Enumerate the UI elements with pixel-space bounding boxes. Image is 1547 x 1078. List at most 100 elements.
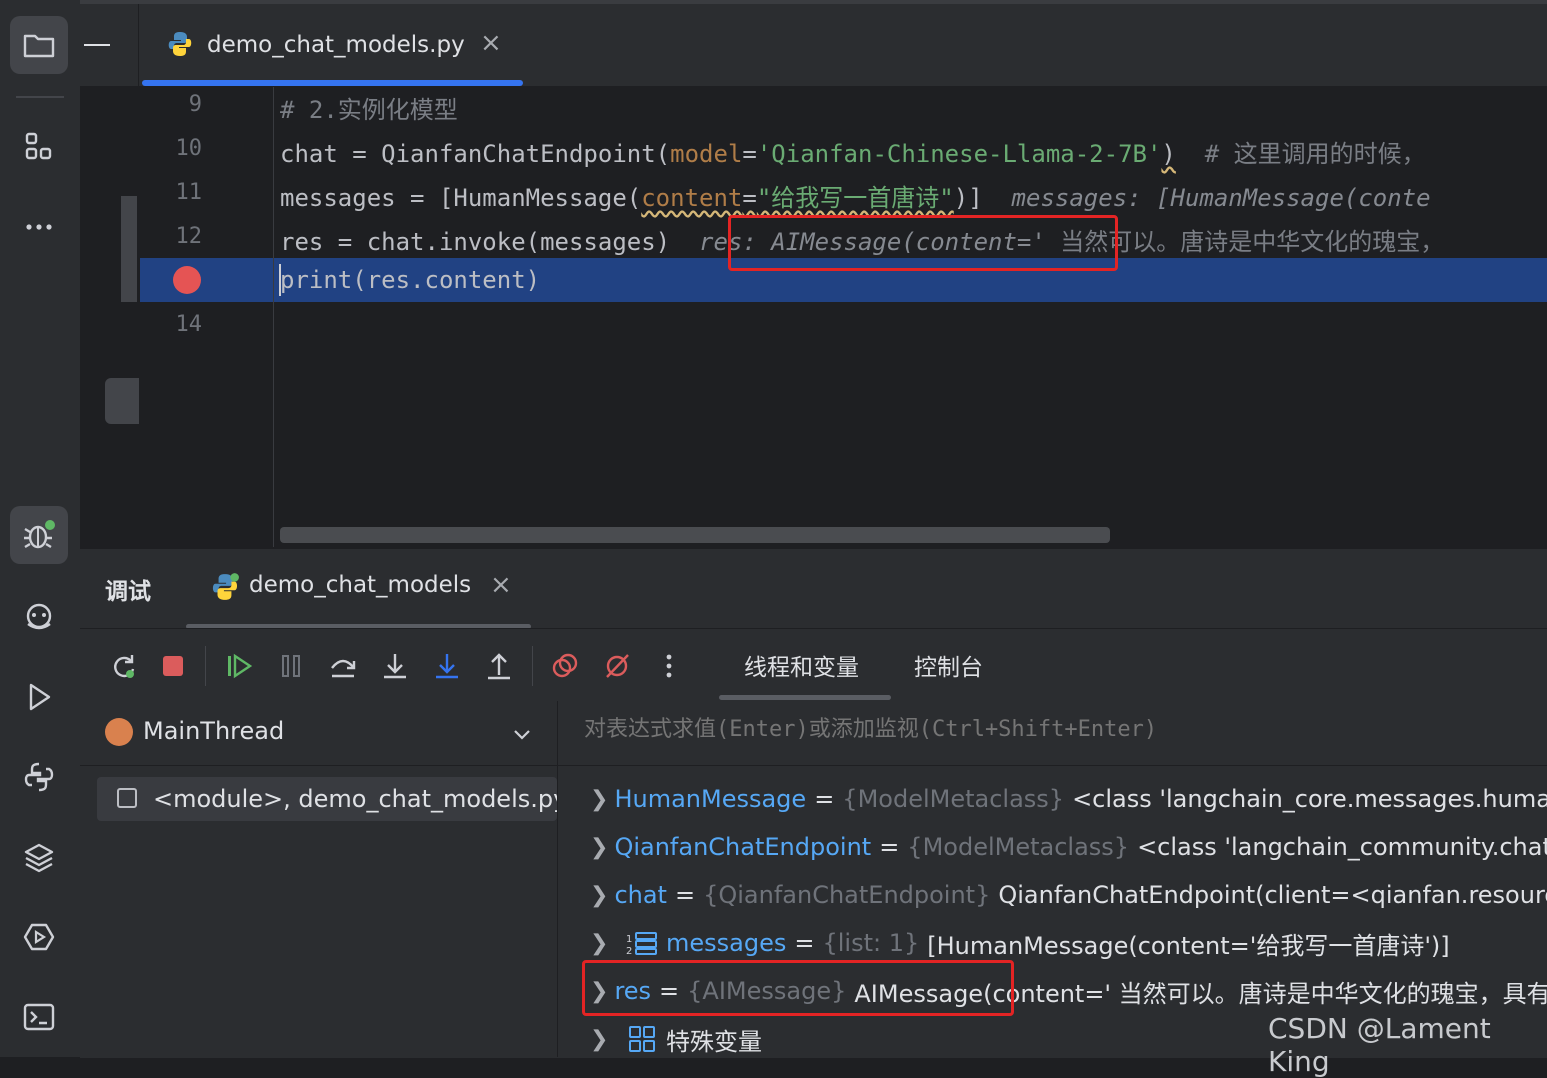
chevron-right-icon[interactable]: ❯ [590,1027,626,1052]
python-console-icon[interactable] [10,748,68,806]
frame-icon [117,788,137,808]
code-line-9[interactable]: # 2.实例化模型 [280,90,458,125]
code-param: content [641,184,743,212]
text-caret [279,264,281,296]
debug-panel-title: 调试 [105,579,151,605]
more-icon[interactable] [10,198,68,256]
variable-name: 特殊变量 [666,1027,762,1056]
variable-type: {QianfanChatEndpoint} [703,881,991,909]
tab-separator [138,4,139,86]
chevron-right-icon[interactable]: ❯ [590,835,608,860]
variable-name: QianfanChatEndpoint [614,833,872,861]
python-file-icon [166,30,194,58]
variable-type: {ModelMetaclass} [907,833,1130,861]
code-param: model [670,140,743,168]
services-icon[interactable] [10,908,68,966]
code-text: = [742,140,757,168]
step-into-icon[interactable] [377,648,413,684]
rerun-icon[interactable] [105,648,141,684]
variable-name: messages [666,929,787,957]
thread-name: MainThread [143,717,285,745]
line-number: 9 [188,92,202,117]
minimize-icon[interactable] [84,44,110,46]
view-breakpoints-icon[interactable] [547,648,583,684]
code-text: print(res.content) [280,266,541,294]
svg-text:1: 1 [626,934,632,945]
thread-status-icon [105,718,133,746]
variable-row[interactable]: ❯ HumanMessage = {ModelMetaclass} <class 'l… [590,775,1547,823]
chevron-right-icon[interactable]: ❯ [590,883,608,908]
line-number: 11 [175,180,203,205]
variable-type: {ModelMetaclass} [842,785,1065,813]
toolbar-separator [532,646,533,686]
highlight-box [728,215,1118,271]
code-line-11[interactable]: messages = [HumanMessage(content="给我写一首唐… [280,178,1431,213]
tab-console[interactable]: 控制台 [914,648,983,682]
debug-session-tab[interactable]: demo_chat_models × [210,570,530,612]
list-icon: 12 [626,932,657,956]
chevron-right-icon[interactable]: ❯ [590,787,608,812]
editor-tab-label: demo_chat_models.py [207,32,465,58]
breakpoint-icon[interactable] [173,266,201,294]
code-text: chat = QianfanChatEndpoint( [280,140,671,168]
code-comment: # 这里调用的时候， [1175,140,1426,168]
watermark: CSDN @Lament King [1268,1012,1491,1078]
copilot-icon[interactable] [10,588,68,646]
tab-threads-variables[interactable]: 线程和变量 [744,648,859,682]
step-into-my-code-icon[interactable] [429,648,465,684]
gutter-handle[interactable] [105,378,139,424]
code-comment: # 2.实例化模型 [280,96,458,124]
tab-close-icon[interactable]: × [480,28,502,58]
code-line-13[interactable]: print(res.content) [280,266,540,294]
variable-name: HumanMessage [614,785,807,813]
variable-value: QianfanChatEndpoint(client=<qianfan.reso… [998,881,1547,909]
variable-name: chat [614,881,667,909]
line-number: 10 [175,136,203,161]
variable-equals: = [794,929,815,957]
variable-value: <class 'langchain_community.chat_ [1137,833,1547,861]
editor-tab-demo-chat-models[interactable]: demo_chat_models.py × [142,4,524,86]
code-text: messages = [HumanMessage( [280,184,642,212]
structure-icon[interactable] [10,118,68,176]
line-number: 14 [175,312,203,337]
chevron-right-icon[interactable]: ❯ [590,931,626,956]
horizontal-scrollbar[interactable] [280,527,1110,543]
gutter-divider [273,87,274,547]
gutter-change-marker [121,196,137,302]
more-options-icon[interactable] [651,648,687,684]
debug-divider [80,628,1547,629]
code-line-10[interactable]: chat = QianfanChatEndpoint(model='Qianfa… [280,134,1426,169]
variable-row[interactable]: ❯ chat = {QianfanChatEndpoint} QianfanChatE… [590,871,1547,919]
toolbar-separator [205,646,206,686]
activity-divider [16,96,64,98]
pause-icon[interactable] [273,648,309,684]
terminal-icon[interactable] [10,988,68,1046]
resume-icon[interactable] [221,648,257,684]
stop-icon[interactable] [155,648,191,684]
run-icon[interactable] [10,668,68,726]
code-text: )] [953,184,983,212]
active-tab-indicator [142,80,523,86]
evaluate-expression-input[interactable] [582,716,1536,743]
python-file-icon [210,572,240,602]
project-folder-icon[interactable] [10,16,68,74]
inline-value-hint: messages: [HumanMessage(conte [982,184,1431,212]
chevron-down-icon[interactable] [510,722,534,746]
code-string: 'Qianfan-Chinese-Llama-2-7B' [756,140,1162,168]
svg-text:2: 2 [626,946,632,956]
step-over-icon[interactable] [325,648,361,684]
special-vars-icon [629,1026,655,1052]
debug-session-label: demo_chat_models [249,572,472,598]
variable-value: <class 'langchain_core.messages.human [1072,785,1547,813]
editor-left-margin [80,87,140,547]
debug-bug-icon[interactable] [10,506,68,564]
mute-breakpoints-icon[interactable] [599,648,635,684]
session-close-icon[interactable]: × [490,570,512,600]
layers-icon[interactable] [10,828,68,886]
stack-frame-label: <module>, demo_chat_models.py:1 [153,785,557,813]
variable-equals: = [814,785,835,813]
variable-row[interactable]: ❯ QianfanChatEndpoint = {ModelMetaclass} <c… [590,823,1547,871]
variable-equals: = [879,833,900,861]
step-out-icon[interactable] [481,648,517,684]
activity-bar [0,0,81,1057]
